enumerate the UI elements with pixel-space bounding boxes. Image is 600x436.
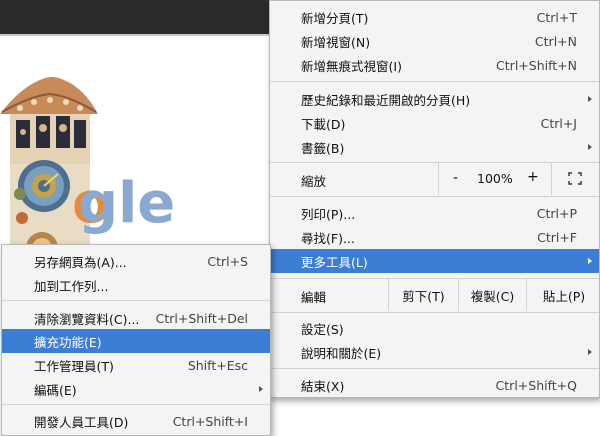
zoom-out-button[interactable]: - bbox=[453, 170, 458, 186]
menu-separator bbox=[2, 404, 270, 405]
menu-item-new-incognito-window[interactable]: 新增無痕式視窗(I) Ctrl+Shift+N bbox=[270, 53, 599, 77]
submenu-arrow-icon bbox=[588, 349, 592, 355]
menu-item-find[interactable]: 尋找(F)... Ctrl+F bbox=[270, 225, 599, 249]
zoom-in-button[interactable]: + bbox=[527, 169, 539, 185]
menu-item-add-to-taskbar[interactable]: 加到工作列... bbox=[2, 273, 270, 297]
menu-item-new-window[interactable]: 新增視窗(N) Ctrl+N bbox=[270, 29, 599, 53]
zoom-level: 100% bbox=[477, 171, 513, 186]
edit-row: 編輯 剪下(T) 複製(C) 貼上(P) bbox=[270, 279, 599, 311]
submenu-arrow-icon bbox=[588, 144, 592, 150]
menu-separator bbox=[2, 300, 270, 301]
menu-item-more-tools[interactable]: 更多工具(L) bbox=[270, 249, 599, 273]
zoom-divider bbox=[551, 163, 552, 195]
menu-separator bbox=[270, 81, 599, 82]
chrome-main-menu: 新增分頁(T) Ctrl+T 新增視窗(N) Ctrl+N 新增無痕式視窗(I)… bbox=[269, 0, 600, 398]
tower-windows bbox=[10, 114, 90, 164]
zoom-row: 縮放 - 100% + bbox=[270, 163, 599, 195]
menu-item-task-manager[interactable]: 工作管理員(T) Shift+Esc bbox=[2, 353, 270, 377]
submenu-arrow-icon bbox=[259, 386, 263, 392]
submenu-arrow-icon bbox=[588, 96, 592, 102]
menu-item-encoding[interactable]: 編碼(E) bbox=[2, 377, 270, 401]
doodle-letters: gle bbox=[78, 171, 175, 236]
menu-item-new-tab[interactable]: 新增分頁(T) Ctrl+T bbox=[270, 5, 599, 29]
menu-item-exit[interactable]: 結束(X) Ctrl+Shift+Q bbox=[270, 373, 599, 397]
cut-button[interactable]: 剪下(T) bbox=[388, 279, 458, 311]
menu-item-save-page-as[interactable]: 另存網頁為(A)... Ctrl+S bbox=[2, 249, 270, 273]
edit-label: 編輯 bbox=[301, 290, 327, 305]
zoom-label: 縮放 bbox=[301, 174, 327, 189]
menu-item-history[interactable]: 歷史紀錄和最近開啟的分頁(H) bbox=[270, 87, 599, 111]
menu-item-extensions[interactable]: 擴充功能(E) bbox=[2, 329, 270, 353]
tower-roof bbox=[0, 77, 98, 114]
google-doodle[interactable]: o gle bbox=[0, 36, 300, 256]
copy-button[interactable]: 複製(C) bbox=[458, 279, 526, 311]
menu-item-help[interactable]: 說明和關於(E) bbox=[270, 340, 599, 364]
menu-item-print[interactable]: 列印(P)... Ctrl+P bbox=[270, 201, 599, 225]
zoom-controls: - 100% + bbox=[438, 163, 600, 195]
menu-item-bookmarks[interactable]: 書籤(B) bbox=[270, 135, 599, 159]
paste-button[interactable]: 貼上(P) bbox=[526, 279, 600, 311]
menu-separator bbox=[270, 312, 599, 313]
fullscreen-icon[interactable] bbox=[568, 172, 582, 185]
menu-item-clear-browsing-data[interactable]: 清除瀏覽資料(C)... Ctrl+Shift+Del bbox=[2, 306, 270, 330]
menu-item-developer-tools[interactable]: 開發人員工具(D) Ctrl+Shift+I bbox=[2, 409, 270, 433]
menu-item-settings[interactable]: 設定(S) bbox=[270, 316, 599, 340]
menu-separator bbox=[270, 196, 599, 197]
menu-item-downloads[interactable]: 下載(D) Ctrl+J bbox=[270, 111, 599, 135]
submenu-arrow-icon bbox=[588, 258, 592, 264]
more-tools-submenu: 另存網頁為(A)... Ctrl+S 加到工作列... 清除瀏覽資料(C)...… bbox=[1, 244, 271, 436]
menu-separator bbox=[270, 368, 599, 369]
